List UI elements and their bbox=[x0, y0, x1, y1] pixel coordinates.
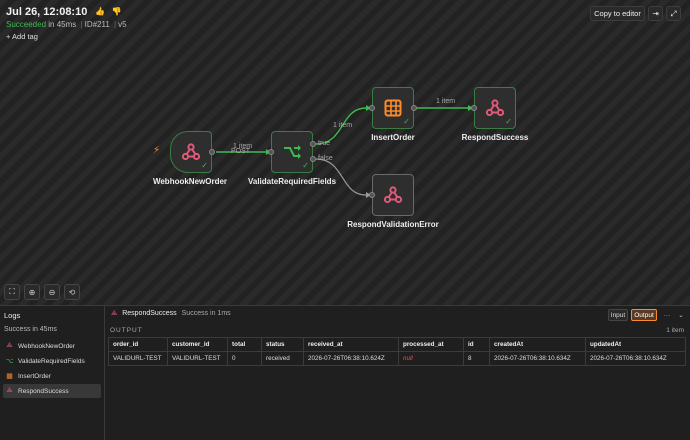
table-cell: 2026-07-26T06:38:10.634Z bbox=[489, 351, 586, 366]
output-section-label: OUTPUT bbox=[110, 327, 143, 334]
fit-view-icon[interactable]: ⛶ bbox=[4, 284, 20, 300]
column-header: id bbox=[463, 337, 490, 352]
node-insert-order[interactable]: ✓ bbox=[372, 87, 414, 129]
column-header: order_id bbox=[108, 337, 168, 352]
node-validate-required-fields[interactable]: ✓ bbox=[271, 131, 313, 173]
log-item-label: RespondSuccess bbox=[18, 387, 69, 395]
input-handle[interactable] bbox=[369, 192, 375, 198]
table-cell: 2026-07-26T06:38:10.634Z bbox=[585, 351, 686, 366]
column-header: status bbox=[261, 337, 304, 352]
log-item-respond-success[interactable]: ⟁ RespondSuccess bbox=[3, 384, 101, 398]
webhook-icon bbox=[383, 186, 403, 204]
panel-header: ⟁ RespondSuccess Success in 1ms bbox=[111, 310, 231, 318]
zoom-reset-icon[interactable]: ⟲ bbox=[64, 284, 80, 300]
webhook-icon: ⟁ bbox=[6, 342, 13, 349]
chevron-down-icon[interactable]: ⌄ bbox=[676, 309, 686, 321]
node-label-respond-success: RespondSuccess bbox=[461, 133, 529, 142]
more-options-icon[interactable]: ··· bbox=[661, 309, 673, 321]
output-handle[interactable] bbox=[209, 149, 215, 155]
success-check-icon: ✓ bbox=[201, 161, 208, 170]
log-item-insert-order[interactable]: ▦ InsertOrder bbox=[3, 369, 101, 383]
input-tab[interactable]: Input bbox=[608, 309, 628, 321]
input-handle[interactable] bbox=[369, 105, 375, 111]
edge-items-count: 1 item bbox=[436, 98, 456, 105]
workflow-canvas[interactable]: Jul 26, 12:08:10 👍 👎 Succeeded in 45ms |… bbox=[0, 0, 690, 305]
log-item-label: ValidateRequiredFields bbox=[18, 357, 85, 365]
table-row: VALIDURL-TEST VALIDURL-TEST 0 received 2… bbox=[108, 351, 686, 366]
zoom-in-icon[interactable]: ⊕ bbox=[24, 284, 40, 300]
node-respond-validation-error[interactable] bbox=[372, 174, 414, 216]
node-label-webhook: WebhookNewOrder bbox=[152, 177, 228, 186]
panel-node-name: RespondSuccess bbox=[122, 310, 177, 317]
edge-method: POST bbox=[231, 148, 251, 155]
false-output-handle[interactable] bbox=[310, 156, 316, 162]
trigger-bolt-icon: ⚡ bbox=[153, 145, 161, 156]
success-check-icon: ✓ bbox=[302, 161, 309, 170]
if-branch-icon: ⌥ bbox=[5, 358, 14, 365]
input-handle[interactable] bbox=[268, 149, 274, 155]
table-cell-null: null bbox=[398, 351, 464, 366]
node-label-validate: ValidateRequiredFields bbox=[247, 177, 337, 186]
true-branch-label: true bbox=[318, 140, 331, 147]
node-label-respond-validation-error: RespondValidationError bbox=[347, 220, 439, 229]
table-header-row: order_id customer_id total status receiv… bbox=[108, 337, 686, 352]
workflow-connections bbox=[216, 105, 473, 198]
success-check-icon: ✓ bbox=[505, 117, 512, 126]
success-check-icon: ✓ bbox=[403, 117, 410, 126]
if-branch-icon bbox=[284, 145, 301, 159]
table-cell: 0 bbox=[227, 351, 262, 366]
node-output-panel: ⟁ RespondSuccess Success in 1ms Input Ou… bbox=[105, 305, 690, 440]
log-item-webhook[interactable]: ⟁ WebhookNewOrder bbox=[3, 339, 101, 353]
node-label-insert-order: InsertOrder bbox=[371, 133, 415, 142]
webhook-icon bbox=[181, 143, 201, 161]
column-header: received_at bbox=[303, 337, 399, 352]
node-respond-success[interactable]: ✓ bbox=[474, 87, 516, 129]
webhook-icon bbox=[485, 99, 505, 117]
table-cell: VALIDURL-TEST bbox=[108, 351, 168, 366]
webhook-icon: ⟁ bbox=[111, 310, 118, 317]
zoom-controls: ⛶ ⊕ ⊖ ⟲ bbox=[4, 284, 80, 300]
logs-status: Success in 45ms bbox=[4, 326, 57, 333]
column-header: customer_id bbox=[167, 337, 228, 352]
zoom-out-icon[interactable]: ⊖ bbox=[44, 284, 60, 300]
table-cell: received bbox=[261, 351, 304, 366]
logs-title: Logs bbox=[4, 311, 21, 320]
output-item-count: 1 item bbox=[666, 327, 684, 334]
webhook-icon: ⟁ bbox=[6, 387, 13, 394]
log-item-label: InsertOrder bbox=[18, 372, 51, 380]
log-item-validate[interactable]: ⌥ ValidateRequiredFields bbox=[3, 354, 101, 368]
column-header: processed_at bbox=[398, 337, 464, 352]
table-cell: 2026-07-26T06:38:10.624Z bbox=[303, 351, 399, 366]
false-branch-label: false bbox=[318, 155, 333, 162]
column-header: updatedAt bbox=[585, 337, 686, 352]
table-cell: 8 bbox=[463, 351, 490, 366]
log-item-label: WebhookNewOrder bbox=[18, 342, 75, 350]
column-header: total bbox=[227, 337, 262, 352]
table-icon bbox=[384, 99, 402, 117]
table-icon: ▦ bbox=[6, 373, 13, 380]
output-handle[interactable] bbox=[411, 105, 417, 111]
edge-items-count: 1 item bbox=[333, 122, 353, 129]
output-tab[interactable]: Output bbox=[631, 309, 657, 321]
table-cell: VALIDURL-TEST bbox=[167, 351, 228, 366]
output-table: order_id customer_id total status receiv… bbox=[108, 337, 686, 366]
column-header: createdAt bbox=[489, 337, 586, 352]
logs-sidebar: Logs Success in 45ms ⟁ WebhookNewOrder ⌥… bbox=[0, 305, 105, 440]
input-handle[interactable] bbox=[471, 105, 477, 111]
node-webhook-new-order[interactable]: ✓ bbox=[170, 131, 212, 173]
panel-node-status: Success in 1ms bbox=[181, 310, 231, 317]
true-output-handle[interactable] bbox=[310, 141, 316, 147]
